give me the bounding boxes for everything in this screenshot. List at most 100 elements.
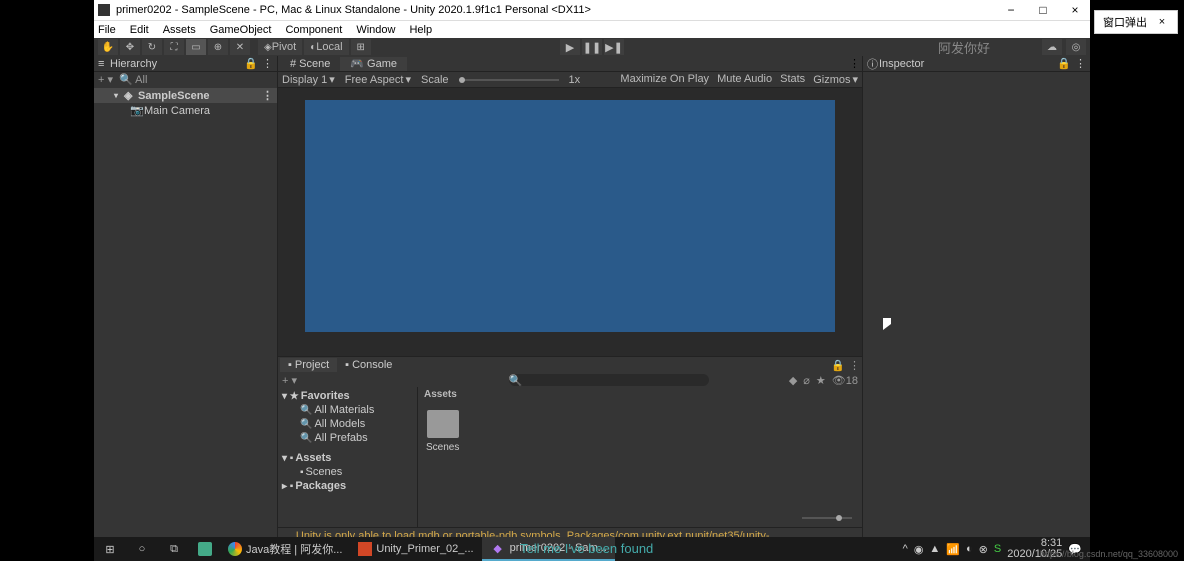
tab-game[interactable]: 🎮Game: [340, 57, 407, 71]
scenes-folder[interactable]: ▪ Scenes: [278, 465, 417, 479]
inspector-header[interactable]: ⓘ Inspector 🔒 ⋮: [863, 56, 1090, 72]
pause-button[interactable]: ❚❚: [582, 39, 602, 55]
services-button[interactable]: ◎: [1066, 39, 1086, 55]
game-view[interactable]: [305, 100, 835, 332]
expand-icon[interactable]: ▾: [114, 91, 124, 100]
create-dropdown[interactable]: + ▾: [282, 374, 297, 387]
item-menu-icon[interactable]: ⋮: [262, 89, 273, 102]
hierarchy-header[interactable]: ≡ Hierarchy 🔒 ⋮: [94, 56, 277, 72]
menu-bar: File Edit Assets GameObject Component Wi…: [94, 20, 1090, 38]
menu-file[interactable]: File: [98, 24, 116, 36]
taskbar-chrome[interactable]: Java教程 | 阿发你...: [220, 537, 350, 561]
aspect-dropdown[interactable]: Free Aspect ▾: [345, 73, 411, 86]
display-dropdown[interactable]: Display 1 ▾: [282, 73, 335, 86]
tab-project[interactable]: ▪Project: [280, 358, 337, 372]
menu-gameobject[interactable]: GameObject: [210, 24, 272, 36]
snap-toggle[interactable]: ⊞: [351, 39, 371, 55]
task-view-button[interactable]: ⧉: [158, 537, 190, 561]
tray-chevron-icon[interactable]: ^: [903, 543, 908, 555]
tab-scene[interactable]: #Scene: [280, 57, 340, 71]
tray-icon-1[interactable]: ◉: [914, 543, 924, 556]
favorites-folder[interactable]: ▾ ★ Favorites: [278, 389, 417, 403]
move-tool[interactable]: ✥: [120, 39, 140, 55]
zoom-area: [418, 513, 862, 527]
camera-item[interactable]: 📷 Main Camera: [94, 103, 277, 118]
scale-thumb[interactable]: [459, 77, 465, 83]
breadcrumb[interactable]: Assets: [418, 387, 862, 402]
step-button[interactable]: ▶❚: [604, 39, 624, 55]
play-button[interactable]: ▶: [560, 39, 580, 55]
hand-tool[interactable]: ✋: [98, 39, 118, 55]
lock-icon[interactable]: 🔒: [831, 359, 845, 372]
panel-lock-icon[interactable]: 🔒: [1057, 57, 1071, 70]
minimize-button[interactable]: −: [1004, 3, 1018, 17]
asset-grid[interactable]: Scenes: [418, 402, 862, 513]
menu-window[interactable]: Window: [356, 24, 395, 36]
cortana-button[interactable]: ○: [126, 537, 158, 561]
close-button[interactable]: ×: [1068, 3, 1082, 17]
scale-slider[interactable]: [459, 79, 559, 81]
packages-folder[interactable]: ▸ ▪ Packages: [278, 479, 417, 493]
popup-close-button[interactable]: ×: [1155, 15, 1169, 29]
game-tab-icon: 🎮: [350, 57, 364, 70]
hidden-count[interactable]: 👁18: [832, 374, 858, 387]
popup-text: 窗口弹出: [1103, 14, 1147, 30]
tab-console[interactable]: ▪Console: [337, 358, 400, 372]
popup-toast: 窗口弹出 ×: [1094, 10, 1178, 34]
source-watermark: https://blog.csdn.net/qq_33608000: [1040, 549, 1178, 559]
tray-icon-4[interactable]: ⊗: [979, 543, 988, 556]
fav-filter-icon[interactable]: ⌀: [803, 374, 810, 387]
menu-component[interactable]: Component: [285, 24, 342, 36]
project-content: ▾ ★ Favorites 🔍 All Materials 🔍 All Mode…: [278, 387, 862, 527]
panel-lock-icon[interactable]: 🔒: [244, 57, 258, 70]
scale-label: Scale: [421, 74, 449, 86]
stats-toggle[interactable]: Stats: [780, 73, 805, 86]
tray-wifi-icon[interactable]: 📶: [946, 543, 960, 556]
all-prefabs[interactable]: 🔍 All Prefabs: [278, 431, 417, 445]
create-dropdown[interactable]: + ▾: [98, 73, 113, 86]
filter-icon[interactable]: ◆: [789, 374, 797, 387]
maximize-button[interactable]: □: [1036, 3, 1050, 17]
inspector-title: Inspector: [879, 58, 924, 70]
zoom-thumb[interactable]: [836, 515, 842, 521]
start-button[interactable]: ⊞: [94, 537, 126, 561]
gizmos-dropdown[interactable]: Gizmos ▾: [813, 73, 858, 86]
panel-menu-icon[interactable]: ⋮: [849, 57, 860, 70]
panel-menu-icon[interactable]: ⋮: [262, 57, 273, 70]
scale-tool[interactable]: ⛶: [164, 39, 184, 55]
scenes-folder-item[interactable]: Scenes: [426, 410, 459, 505]
folder-label: Scenes: [426, 442, 459, 453]
window-title-bar[interactable]: primer0202 - SampleScene - PC, Mac & Lin…: [94, 0, 1090, 20]
assets-folder[interactable]: ▾ ▪ Assets: [278, 451, 417, 465]
maximize-toggle[interactable]: Maximize On Play: [620, 73, 709, 86]
search-all[interactable]: 🔍 All: [119, 73, 147, 86]
scene-icon: ◈: [124, 89, 136, 102]
panel-menu-icon[interactable]: ⋮: [1075, 57, 1086, 70]
project-search[interactable]: 🔍: [509, 374, 709, 386]
camera-icon: 📷: [130, 104, 142, 117]
star-icon[interactable]: ★: [816, 374, 826, 387]
scene-item[interactable]: ▾ ◈ SampleScene ⋮: [94, 88, 277, 103]
rotate-tool[interactable]: ↻: [142, 39, 162, 55]
custom-tool[interactable]: ✕: [230, 39, 250, 55]
transform-tool[interactable]: ⊕: [208, 39, 228, 55]
pivot-toggle[interactable]: ◈Pivot: [258, 39, 302, 55]
taskbar-app-1[interactable]: [190, 537, 220, 561]
taskbar-powerpoint[interactable]: Unity_Primer_02_...: [350, 537, 481, 561]
all-materials[interactable]: 🔍 All Materials: [278, 403, 417, 417]
tray-icon-2[interactable]: ▲: [929, 543, 940, 555]
zoom-slider[interactable]: [802, 517, 852, 519]
menu-edit[interactable]: Edit: [130, 24, 149, 36]
tray-icon-3[interactable]: ◐: [966, 543, 973, 555]
menu-assets[interactable]: Assets: [163, 24, 196, 36]
all-models[interactable]: 🔍 All Models: [278, 417, 417, 431]
tray-icon-5[interactable]: S: [994, 543, 1001, 555]
menu-help[interactable]: Help: [409, 24, 432, 36]
panel-menu-icon[interactable]: ⋮: [849, 359, 860, 372]
mute-toggle[interactable]: Mute Audio: [717, 73, 772, 86]
inspector-panel: ⓘ Inspector 🔒 ⋮: [862, 56, 1090, 556]
local-toggle[interactable]: ◐Local: [304, 39, 348, 55]
folder-icon: [427, 410, 459, 438]
rect-tool[interactable]: ▭: [186, 39, 206, 55]
collab-button[interactable]: ☁: [1042, 39, 1062, 55]
